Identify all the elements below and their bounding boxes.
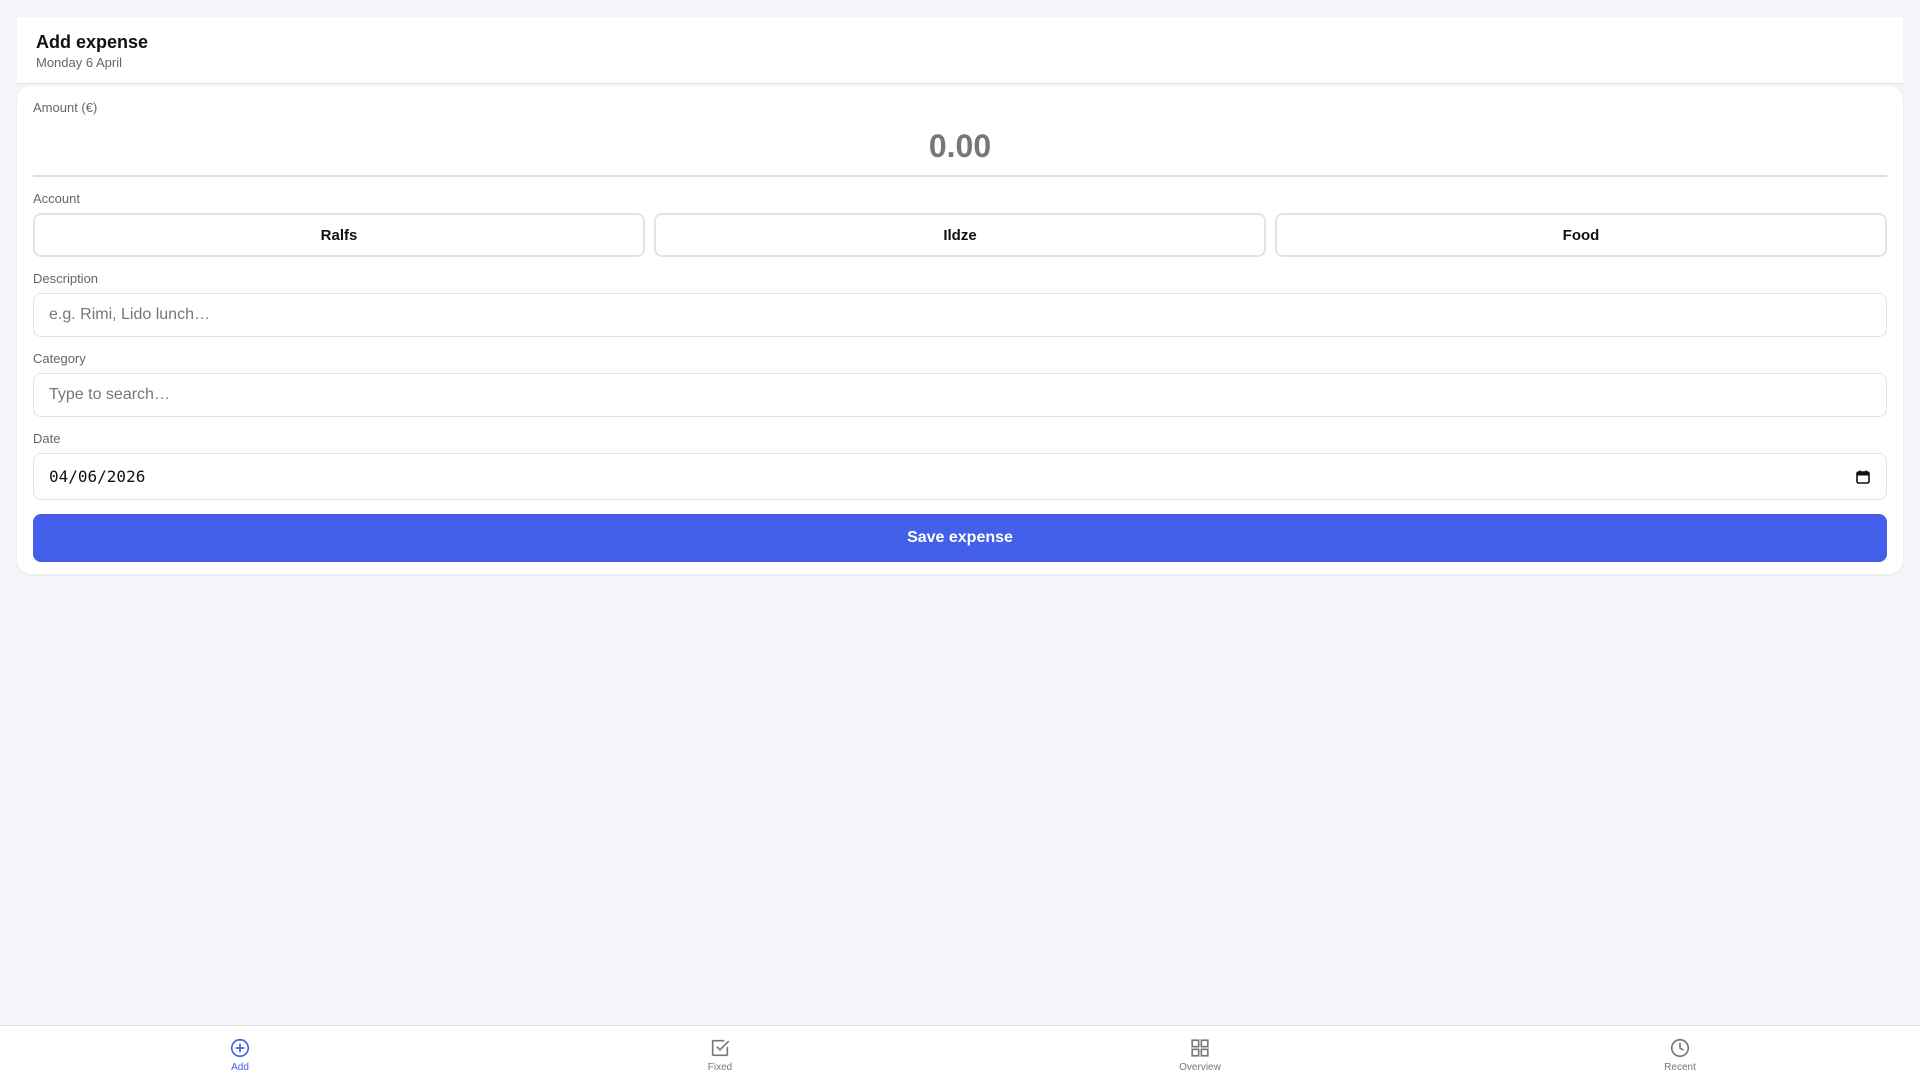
calendar-icon[interactable] <box>1855 469 1871 485</box>
nav-label-add: Add <box>231 1062 249 1073</box>
date-label: Date <box>33 431 61 446</box>
nav-item-recent[interactable]: Recent <box>1440 1026 1920 1080</box>
grid-icon <box>1191 1039 1209 1057</box>
description-label: Description <box>33 271 99 286</box>
amount-input[interactable]: 0.00 <box>33 116 1887 177</box>
category-label: Category <box>33 351 86 366</box>
nav-label-recent: Recent <box>1664 1062 1696 1073</box>
page-title: Add expense <box>36 32 149 52</box>
category-input[interactable]: Type to search… <box>33 373 1887 417</box>
bottom-navigation: Add Fixed Overview Recent <box>0 1025 1920 1080</box>
nav-label-overview: Overview <box>1179 1062 1221 1073</box>
amount-label: Amount (€) <box>33 100 98 115</box>
nav-item-add[interactable]: Add <box>0 1026 480 1080</box>
clock-icon <box>1670 1038 1690 1058</box>
plus-circle-icon <box>230 1038 250 1058</box>
nav-item-fixed[interactable]: Fixed <box>480 1026 960 1080</box>
account-label: Account <box>33 191 80 206</box>
account-selector: Ralfs Ildze Food <box>33 213 1887 257</box>
save-expense-button[interactable]: Save expense <box>33 514 1887 562</box>
nav-item-overview[interactable]: Overview <box>960 1026 1440 1080</box>
page-header: Add expense Monday 6 April <box>17 17 1903 84</box>
description-input[interactable]: e.g. Rimi, Lido lunch… <box>33 293 1887 337</box>
page-date: Monday 6 April <box>36 55 122 70</box>
check-square-icon <box>711 1039 730 1057</box>
date-value: 04/06/2026 <box>49 467 146 486</box>
account-button-ildze[interactable]: Ildze <box>654 213 1266 257</box>
account-button-ralfs[interactable]: Ralfs <box>33 213 645 257</box>
nav-label-fixed: Fixed <box>707 1062 733 1073</box>
date-input[interactable]: 04/06/2026 <box>33 453 1887 500</box>
expense-form: Amount (€) 0.00 Account Ralfs Ildze Food… <box>17 86 1903 574</box>
account-button-food[interactable]: Food <box>1275 213 1887 257</box>
